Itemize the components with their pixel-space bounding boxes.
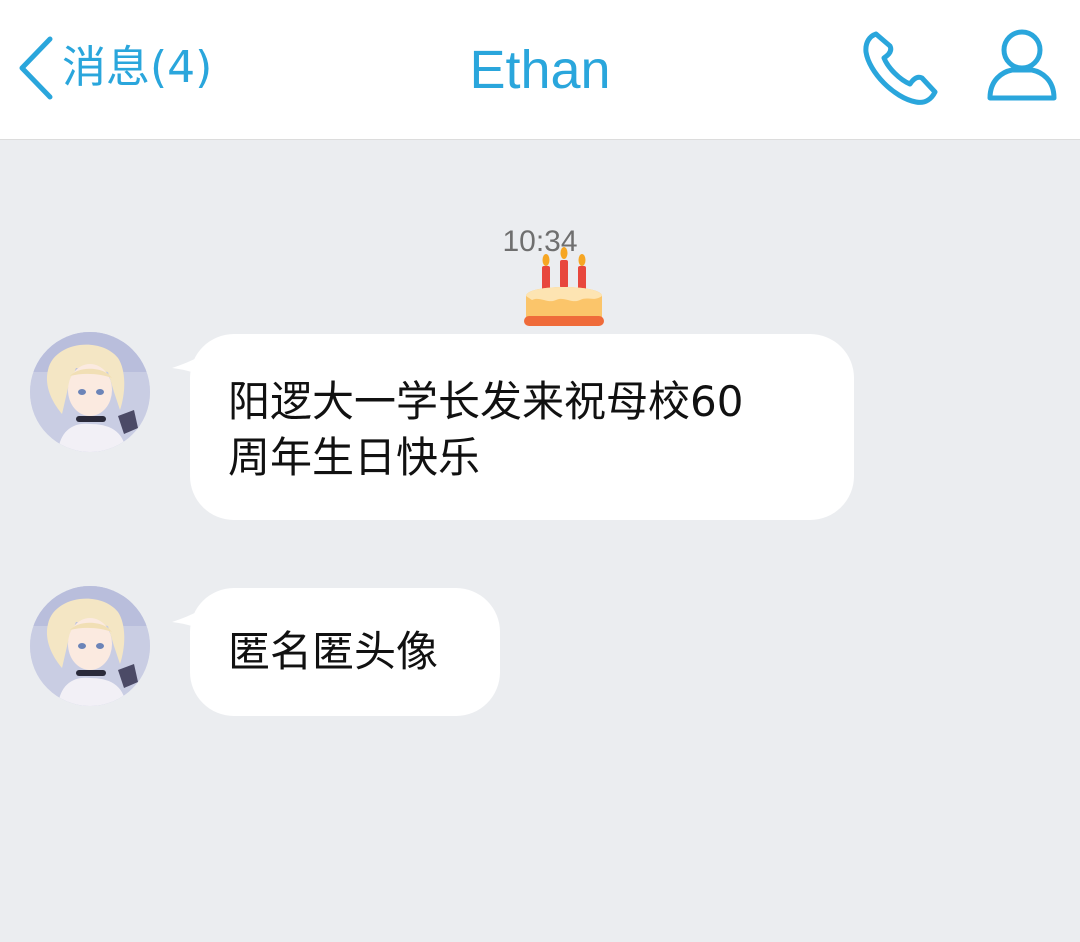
message-text-line: 阳逻大一学长发来祝母校60 bbox=[228, 377, 744, 426]
user-icon bbox=[987, 29, 1057, 101]
birthday-cake-icon bbox=[524, 247, 604, 326]
message-text-line: 匿名匿头像 bbox=[228, 627, 439, 676]
message-text-line: 周年生日快乐 bbox=[228, 433, 481, 482]
chat-header: 消息(4) Ethan bbox=[0, 0, 1080, 140]
anime-girl-avatar bbox=[30, 332, 150, 452]
call-button[interactable] bbox=[858, 26, 942, 110]
anime-girl-avatar bbox=[30, 586, 150, 706]
sender-avatar[interactable] bbox=[30, 332, 150, 452]
message-bubble[interactable]: 阳逻大一学长发来祝母校60 周年生日快乐 bbox=[172, 334, 854, 520]
phone-icon bbox=[863, 31, 938, 105]
bubble-tail bbox=[172, 348, 212, 382]
bubble-tail bbox=[172, 602, 212, 636]
profile-button[interactable] bbox=[984, 26, 1060, 106]
sender-avatar[interactable] bbox=[30, 586, 150, 706]
message-bubble[interactable]: 匿名匿头像 bbox=[172, 588, 500, 716]
